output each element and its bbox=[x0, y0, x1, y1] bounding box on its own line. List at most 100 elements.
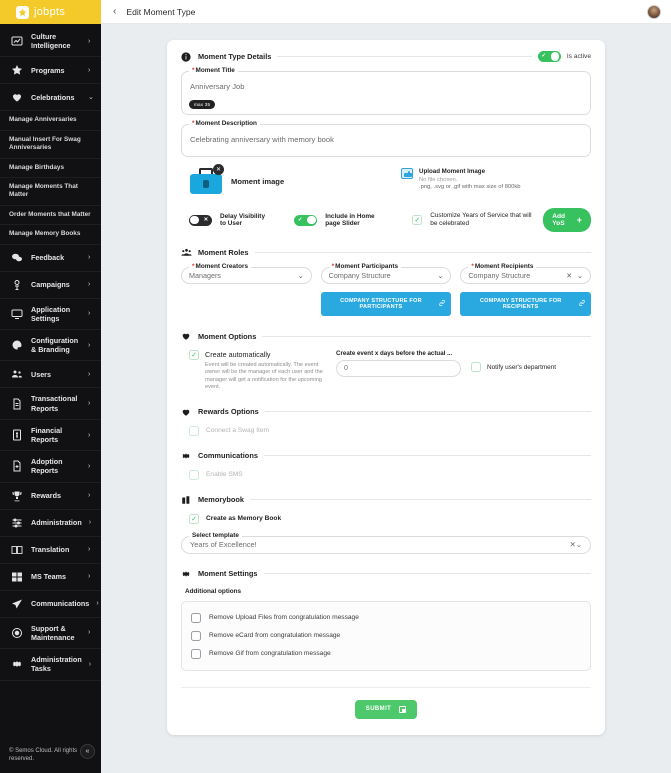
chevron-right-icon: › bbox=[88, 573, 91, 581]
sidebar-item-label: Campaigns bbox=[31, 280, 70, 290]
content-scroll-area[interactable]: Moment Type Details ✓ Is active *Moment … bbox=[101, 24, 671, 773]
sidebar-subitem-label: Order Moments that Matter bbox=[9, 210, 91, 218]
back-button[interactable]: ‹ bbox=[111, 6, 118, 17]
sidebar-item-label: Configuration & Branding bbox=[31, 336, 79, 355]
moment-participants-col: *Moment Participants Company Structure ⌄… bbox=[320, 263, 452, 316]
moment-image-preview-group: ✕ Moment image bbox=[181, 164, 391, 196]
avatar[interactable] bbox=[647, 4, 661, 19]
remove-upload-files-checkbox[interactable] bbox=[191, 612, 201, 623]
remove-gif-checkbox[interactable] bbox=[191, 648, 201, 659]
sidebar-subitem-manage-memory-books[interactable]: Manage Memory Books bbox=[0, 225, 101, 245]
company-structure-recipients-button[interactable]: COMPANY STRUCTURE FOR RECIPIENTS bbox=[460, 292, 592, 316]
sidebar-item-administration[interactable]: Administration › bbox=[0, 510, 101, 537]
sidebar-item-rewards[interactable]: Rewards › bbox=[0, 483, 101, 510]
sidebar-item-ms-teams[interactable]: MS Teams › bbox=[0, 564, 101, 591]
gear-icon bbox=[181, 569, 192, 579]
app-root: jobpts Culture Intelligence › Programs ›… bbox=[0, 0, 671, 773]
moment-description-input[interactable]: Celebrating anniversary with memory book bbox=[181, 124, 591, 157]
sidebar-item-translation[interactable]: Translation › bbox=[0, 537, 101, 564]
moment-creators-col: *Moment Creators Managers ⌄ bbox=[181, 263, 312, 316]
create-memory-book-checkbox[interactable]: ✓ bbox=[189, 513, 199, 524]
sidebar-subitem-manage-birthdays[interactable]: Manage Birthdays bbox=[0, 159, 101, 179]
sidebar-item-culture-intelligence[interactable]: Culture Intelligence › bbox=[0, 26, 101, 58]
chevron-right-icon: › bbox=[88, 492, 91, 500]
connect-swag-group: Connect a Swag Item bbox=[181, 425, 591, 436]
option-remove-upload-files[interactable]: Remove Upload Files from congratulation … bbox=[191, 609, 581, 627]
sidebar-item-label: Translation bbox=[31, 545, 70, 555]
sidebar-item-campaigns[interactable]: Campaigns › bbox=[0, 272, 101, 299]
report-icon bbox=[9, 460, 24, 472]
enable-sms-label: Enable SMS bbox=[206, 471, 243, 479]
section-divider bbox=[264, 411, 591, 413]
sidebar-subitem-manage-moments-that-matter[interactable]: Manage Moments That Matter bbox=[0, 178, 101, 206]
sidebar-subitem-order-moments-that-matter[interactable]: Order Moments that Matter bbox=[0, 206, 101, 226]
select-template-value: Years of Excellence! bbox=[190, 540, 257, 550]
moment-creators-field: *Moment Creators Managers ⌄ bbox=[181, 263, 312, 284]
sidebar-item-label: Communications bbox=[31, 599, 90, 609]
image-upload-icon bbox=[401, 168, 413, 179]
add-yos-button[interactable]: Add YoS + bbox=[543, 208, 591, 232]
upload-title: Upload Moment Image bbox=[419, 168, 486, 175]
star-icon bbox=[9, 64, 24, 76]
sidebar-item-administration-tasks[interactable]: Administration Tasks › bbox=[0, 649, 101, 681]
moment-title-input[interactable]: Anniversary Job max 35 bbox=[181, 71, 591, 115]
books-icon bbox=[181, 495, 192, 505]
sidebar-item-users[interactable]: Users › bbox=[0, 361, 101, 389]
chevron-right-icon: › bbox=[88, 546, 91, 554]
sidebar-item-transactional-reports[interactable]: Transactional Reports › bbox=[0, 388, 101, 420]
sidebar-item-celebrations[interactable]: Celebrations ⌄ bbox=[0, 84, 101, 112]
required-asterisk: * bbox=[192, 120, 195, 127]
chevron-down-icon: ⌄ bbox=[88, 94, 94, 102]
chevron-right-icon: › bbox=[88, 519, 92, 527]
company-structure-participants-button[interactable]: COMPANY STRUCTURE FOR PARTICIPANTS bbox=[320, 292, 452, 316]
option-remove-gif[interactable]: Remove Gif from congratulation message bbox=[191, 645, 581, 663]
sidebar-item-communications[interactable]: Communications › bbox=[0, 591, 101, 618]
megaphone-icon bbox=[9, 279, 24, 291]
moment-recipients-value: Company Structure bbox=[468, 271, 531, 280]
toggle-knob bbox=[190, 215, 199, 225]
info-icon bbox=[181, 51, 192, 62]
save-icon bbox=[399, 705, 407, 713]
notify-department-checkbox[interactable] bbox=[471, 362, 481, 372]
create-automatically-checkbox[interactable]: ✓ bbox=[189, 350, 199, 360]
sidebar-item-programs[interactable]: Programs › bbox=[0, 57, 101, 85]
sidebar-item-adoption-reports[interactable]: Adoption Reports › bbox=[0, 451, 101, 483]
sidebar-item-financial-reports[interactable]: Financial Reports › bbox=[0, 420, 101, 452]
remove-image-icon[interactable]: ✕ bbox=[213, 164, 224, 175]
upload-moment-image-group[interactable]: Upload Moment Image No file chosen. .png… bbox=[401, 166, 521, 190]
logo-bar[interactable]: jobpts bbox=[0, 0, 101, 24]
option-remove-ecard[interactable]: Remove eCard from congratulation message bbox=[191, 627, 581, 645]
submit-button[interactable]: SUBMIT bbox=[354, 699, 418, 719]
connect-swag-checkbox[interactable] bbox=[189, 425, 199, 436]
delay-visibility-toggle[interactable]: ✕ bbox=[189, 214, 212, 226]
remove-ecard-checkbox[interactable] bbox=[191, 630, 201, 641]
create-event-days-input[interactable]: 0 bbox=[336, 360, 461, 377]
sidebar-item-application-settings[interactable]: Application Settings › bbox=[0, 299, 101, 331]
create-event-days-value: 0 bbox=[344, 365, 348, 372]
check-icon: ✓ bbox=[541, 53, 547, 59]
notify-department-group: Notify user's department bbox=[471, 350, 556, 372]
moment-title-field: *Moment Title Anniversary Job max 35 bbox=[181, 67, 591, 115]
home-page-slider-toggle[interactable]: ✓ bbox=[294, 214, 318, 226]
select-template-select[interactable]: Years of Excellence! ✕ ⌄ bbox=[181, 535, 591, 554]
link-icon bbox=[439, 299, 446, 308]
customize-yos-checkbox[interactable]: ✓ bbox=[412, 215, 423, 225]
sidebar-item-feedback[interactable]: Feedback › bbox=[0, 245, 101, 272]
moment-title-value: Anniversary Job bbox=[190, 82, 245, 91]
main-area: ‹ Edit Moment Type Moment Type Details ✓… bbox=[101, 0, 671, 773]
section-title: Rewards Options bbox=[198, 407, 259, 417]
sidebar-subitem-manual-insert-swag[interactable]: Manual Insert For Swag Anniversaries bbox=[0, 131, 101, 159]
chat-icon bbox=[9, 252, 24, 264]
is-active-toggle[interactable]: ✓ bbox=[537, 51, 561, 62]
submit-label: SUBMIT bbox=[365, 706, 392, 713]
sidebar-item-support-maintenance[interactable]: Support & Maintenance › bbox=[0, 618, 101, 650]
moment-title-label: *Moment Title bbox=[189, 67, 238, 74]
enable-sms-checkbox[interactable] bbox=[189, 469, 199, 480]
sidebar-collapse-button[interactable]: « bbox=[80, 744, 95, 759]
sidebar-item-configuration-branding[interactable]: Configuration & Branding › bbox=[0, 330, 101, 362]
moment-creators-value: Managers bbox=[189, 271, 221, 280]
clear-icon[interactable]: ✕ bbox=[566, 272, 572, 280]
sidebar-subitem-manage-anniversaries[interactable]: Manage Anniversaries bbox=[0, 111, 101, 131]
button-label: COMPANY STRUCTURE FOR RECIPIENTS bbox=[479, 298, 562, 310]
chevron-right-icon: › bbox=[88, 660, 92, 668]
